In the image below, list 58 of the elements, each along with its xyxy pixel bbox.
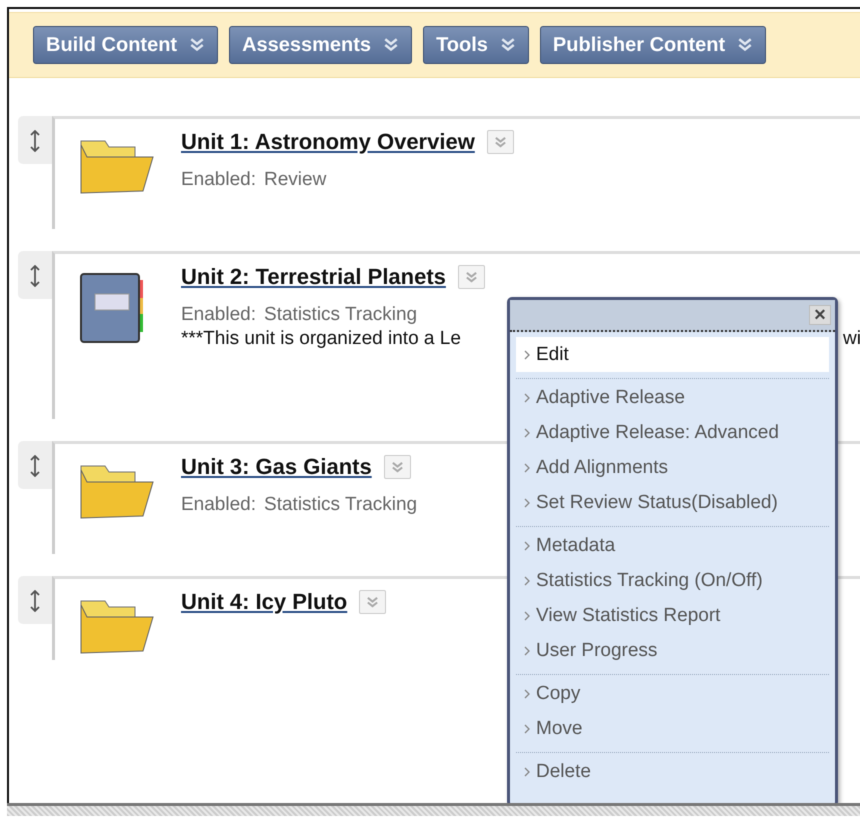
menu-item[interactable]: Statistics Tracking (On/Off) [516,563,829,598]
double-chevron-icon [500,37,516,53]
double-chevron-icon [737,37,754,53]
menu-item[interactable]: Edit [516,337,829,372]
double-chevron-icon [383,37,400,53]
chevron-icon [524,646,530,656]
drag-handle[interactable] [18,576,52,624]
enabled-value: Review [264,169,326,191]
enabled-label: Enabled: [181,304,256,326]
vertical-arrow-icon [30,590,40,612]
item-description: ***This unit is organized into a Le [181,328,461,350]
drag-handle[interactable] [18,116,52,164]
menu-item[interactable]: Metadata [516,528,829,563]
menu-item[interactable]: Adaptive Release: Advanced [516,415,829,450]
close-button[interactable]: × [809,305,831,325]
double-chevron-icon [366,596,380,608]
toolbar-menu-button[interactable]: Assessments [229,26,412,64]
menu-item[interactable]: View Statistics Report [516,598,829,633]
chevron-icon [524,540,530,550]
toolbar-menu-button[interactable]: Publisher Content [540,26,766,64]
chevron-icon [524,498,530,508]
item-title-link[interactable]: Unit 2: Terrestrial Planets [181,264,446,290]
menu-item[interactable]: User Progress [516,633,829,668]
double-chevron-icon [390,460,404,474]
toolbar-menu-button[interactable]: Build Content [33,26,218,64]
toolbar-menu-button[interactable]: Tools [423,26,529,64]
chevron-icon [524,428,530,438]
menu-item[interactable]: Copy [516,676,829,711]
chevron-icon [524,610,530,620]
enabled-value: Statistics Tracking [264,494,418,516]
vertical-arrow-icon [30,130,40,152]
enabled-value: Statistics Tracking [264,304,418,326]
item-description: wi [843,328,860,350]
chevron-icon [524,350,530,360]
item-title-link[interactable]: Unit 1: Astronomy Overview [181,129,475,155]
menu-item[interactable]: Add Alignments [516,450,829,485]
menu-item[interactable]: Set Review Status(Disabled) [516,485,829,520]
item-title-link[interactable]: Unit 3: Gas Giants [181,454,372,480]
chevron-icon [524,462,530,472]
chevron-icon [524,392,530,402]
drag-handle[interactable] [18,441,52,489]
notebook-icon [79,272,145,344]
double-chevron-icon [464,270,478,284]
menu-item[interactable]: Move [516,711,829,746]
drag-handle[interactable] [18,251,52,299]
vertical-arrow-icon [30,455,40,477]
vertical-arrow-icon [30,265,40,287]
chevron-icon [524,766,530,776]
chevron-icon [524,688,530,698]
enabled-label: Enabled: [181,169,256,191]
item-title-link[interactable]: Unit 4: Icy Pluto [181,589,348,615]
menu-item[interactable]: Delete [516,754,829,789]
chevron-icon [524,724,530,734]
enabled-label: Enabled: [181,494,256,516]
menu-item[interactable]: Adaptive Release [516,380,829,415]
chevron-icon [524,576,530,586]
double-chevron-icon [494,136,507,148]
double-chevron-icon [189,37,206,53]
